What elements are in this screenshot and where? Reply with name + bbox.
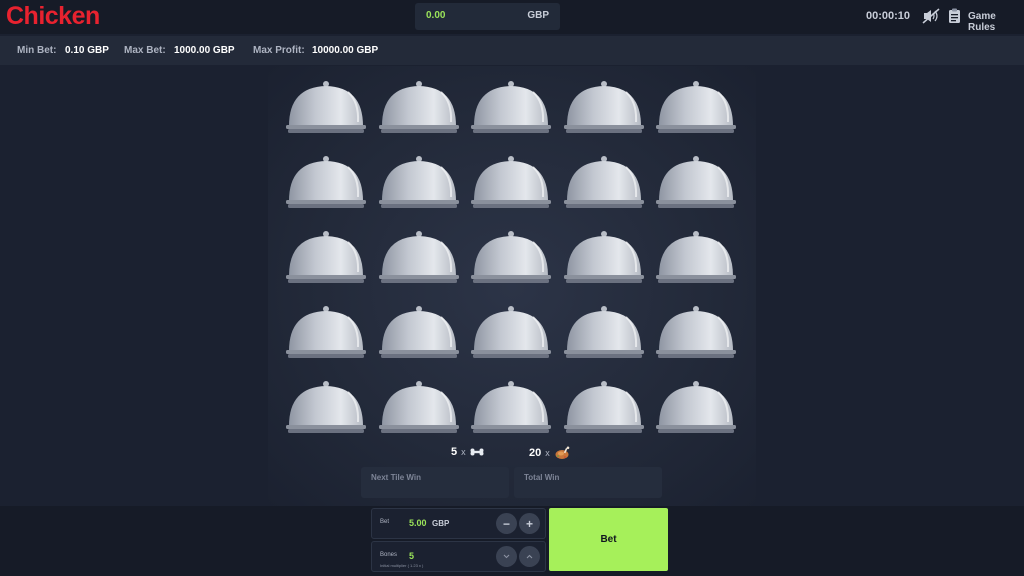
- cloche-icon: [563, 231, 644, 283]
- cloche-icon: [563, 306, 644, 358]
- tile-2-2[interactable]: [378, 153, 459, 209]
- bones-count-x: x: [461, 447, 466, 457]
- cloche-icon: [378, 381, 459, 433]
- tile-5-4[interactable]: [563, 378, 644, 434]
- max-bet-value: 1000.00 GBP: [174, 45, 235, 56]
- max-bet-label: Max Bet:: [124, 45, 166, 56]
- initial-multiplier-hint: Initial multiplier ( 1.23 x ): [380, 563, 424, 568]
- next-tile-win-label: Next Tile Win: [371, 473, 422, 482]
- tile-2-4[interactable]: [563, 153, 644, 209]
- game-rules-link[interactable]: Game Rules: [968, 11, 1024, 33]
- increase-bones-button[interactable]: [519, 546, 540, 567]
- cloche-icon: [471, 306, 551, 358]
- tile-5-1[interactable]: [286, 378, 366, 434]
- cloche-icon: [656, 381, 736, 433]
- cloche-icon: [286, 381, 366, 433]
- max-profit-label: Max Profit:: [253, 45, 305, 56]
- tile-grid: [286, 78, 738, 438]
- chickens-count-x: x: [545, 447, 550, 458]
- cloche-icon: [471, 231, 551, 283]
- cloche-icon: [286, 231, 366, 283]
- cloche-icon: [471, 381, 551, 433]
- tile-1-4[interactable]: [563, 78, 644, 134]
- bones-count: 5x: [451, 446, 484, 458]
- cloche-icon: [286, 156, 366, 208]
- clipboard-icon[interactable]: [948, 8, 961, 24]
- cloche-icon: [471, 156, 551, 208]
- bones-label: Bones: [380, 552, 398, 558]
- bet-amount-value[interactable]: 5.00: [409, 518, 427, 528]
- tile-4-3[interactable]: [471, 303, 551, 359]
- cloche-icon: [563, 81, 644, 133]
- bone-icon: [470, 448, 484, 456]
- cloche-icon: [656, 156, 736, 208]
- balance-amount: 0.00: [426, 10, 446, 21]
- tile-2-5[interactable]: [656, 153, 736, 209]
- bones-control: Bones 5 Initial multiplier ( 1.23 x ): [371, 541, 546, 572]
- cloche-icon: [471, 81, 551, 133]
- sound-muted-icon[interactable]: [922, 8, 940, 24]
- cloche-icon: [378, 156, 459, 208]
- tile-2-3[interactable]: [471, 153, 551, 209]
- top-bar: Chicken 0.00 GBP 00:00:10 Game Rules: [0, 0, 1024, 34]
- cloche-icon: [656, 81, 736, 133]
- tile-3-3[interactable]: [471, 228, 551, 284]
- balance-currency: GBP: [527, 10, 549, 21]
- bones-count-value: 5: [451, 446, 458, 458]
- bet-amount-label: Bet: [380, 519, 390, 525]
- tile-5-3[interactable]: [471, 378, 551, 434]
- tile-1-3[interactable]: [471, 78, 551, 134]
- cloche-icon: [656, 231, 736, 283]
- tile-3-1[interactable]: [286, 228, 366, 284]
- next-tile-win-box: Next Tile Win: [361, 467, 509, 498]
- decrease-bones-button[interactable]: [496, 546, 517, 567]
- decrease-bet-button[interactable]: −: [496, 513, 517, 534]
- tile-3-5[interactable]: [656, 228, 736, 284]
- chickens-count: 20 x: [529, 446, 570, 460]
- tile-1-5[interactable]: [656, 78, 736, 134]
- max-profit-value: 10000.00 GBP: [312, 45, 379, 56]
- app-logo: Chicken: [6, 2, 100, 30]
- chevron-down-icon: [503, 554, 510, 559]
- cloche-icon: [656, 306, 736, 358]
- tile-4-2[interactable]: [378, 303, 459, 359]
- chevron-up-icon: [526, 554, 533, 559]
- cloche-icon: [378, 81, 459, 133]
- chickens-count-value: 20: [529, 446, 542, 459]
- session-timer: 00:00:10: [866, 10, 911, 22]
- cloche-icon: [378, 306, 459, 358]
- cloche-icon: [563, 381, 644, 433]
- bet-amount-control: Bet 5.00 GBP − +: [371, 508, 546, 539]
- bet-button[interactable]: Bet: [549, 508, 668, 571]
- tile-5-2[interactable]: [378, 378, 459, 434]
- min-bet-value: 0.10 GBP: [65, 45, 109, 56]
- tile-4-5[interactable]: [656, 303, 736, 359]
- balance-display: 0.00 GBP: [415, 3, 560, 30]
- tile-5-5[interactable]: [656, 378, 736, 434]
- increase-bet-button[interactable]: +: [519, 513, 540, 534]
- bet-amount-currency: GBP: [432, 519, 450, 528]
- tile-4-4[interactable]: [563, 303, 644, 359]
- bones-value[interactable]: 5: [409, 551, 414, 561]
- tile-1-2[interactable]: [378, 78, 459, 134]
- cloche-icon: [286, 306, 366, 358]
- tile-2-1[interactable]: [286, 153, 366, 209]
- cloche-icon: [286, 81, 366, 133]
- total-win-label: Total Win: [524, 473, 560, 482]
- total-win-box: Total Win: [514, 467, 662, 498]
- cloche-icon: [378, 231, 459, 283]
- limits-bar: Min Bet: 0.10 GBP Max Bet: 1000.00 GBP M…: [0, 36, 1024, 65]
- tile-1-1[interactable]: [286, 78, 366, 134]
- min-bet-label: Min Bet:: [17, 45, 57, 56]
- chicken-icon: [555, 446, 570, 459]
- tile-3-4[interactable]: [563, 228, 644, 284]
- cloche-icon: [563, 156, 644, 208]
- tile-3-2[interactable]: [378, 228, 459, 284]
- tile-4-1[interactable]: [286, 303, 366, 359]
